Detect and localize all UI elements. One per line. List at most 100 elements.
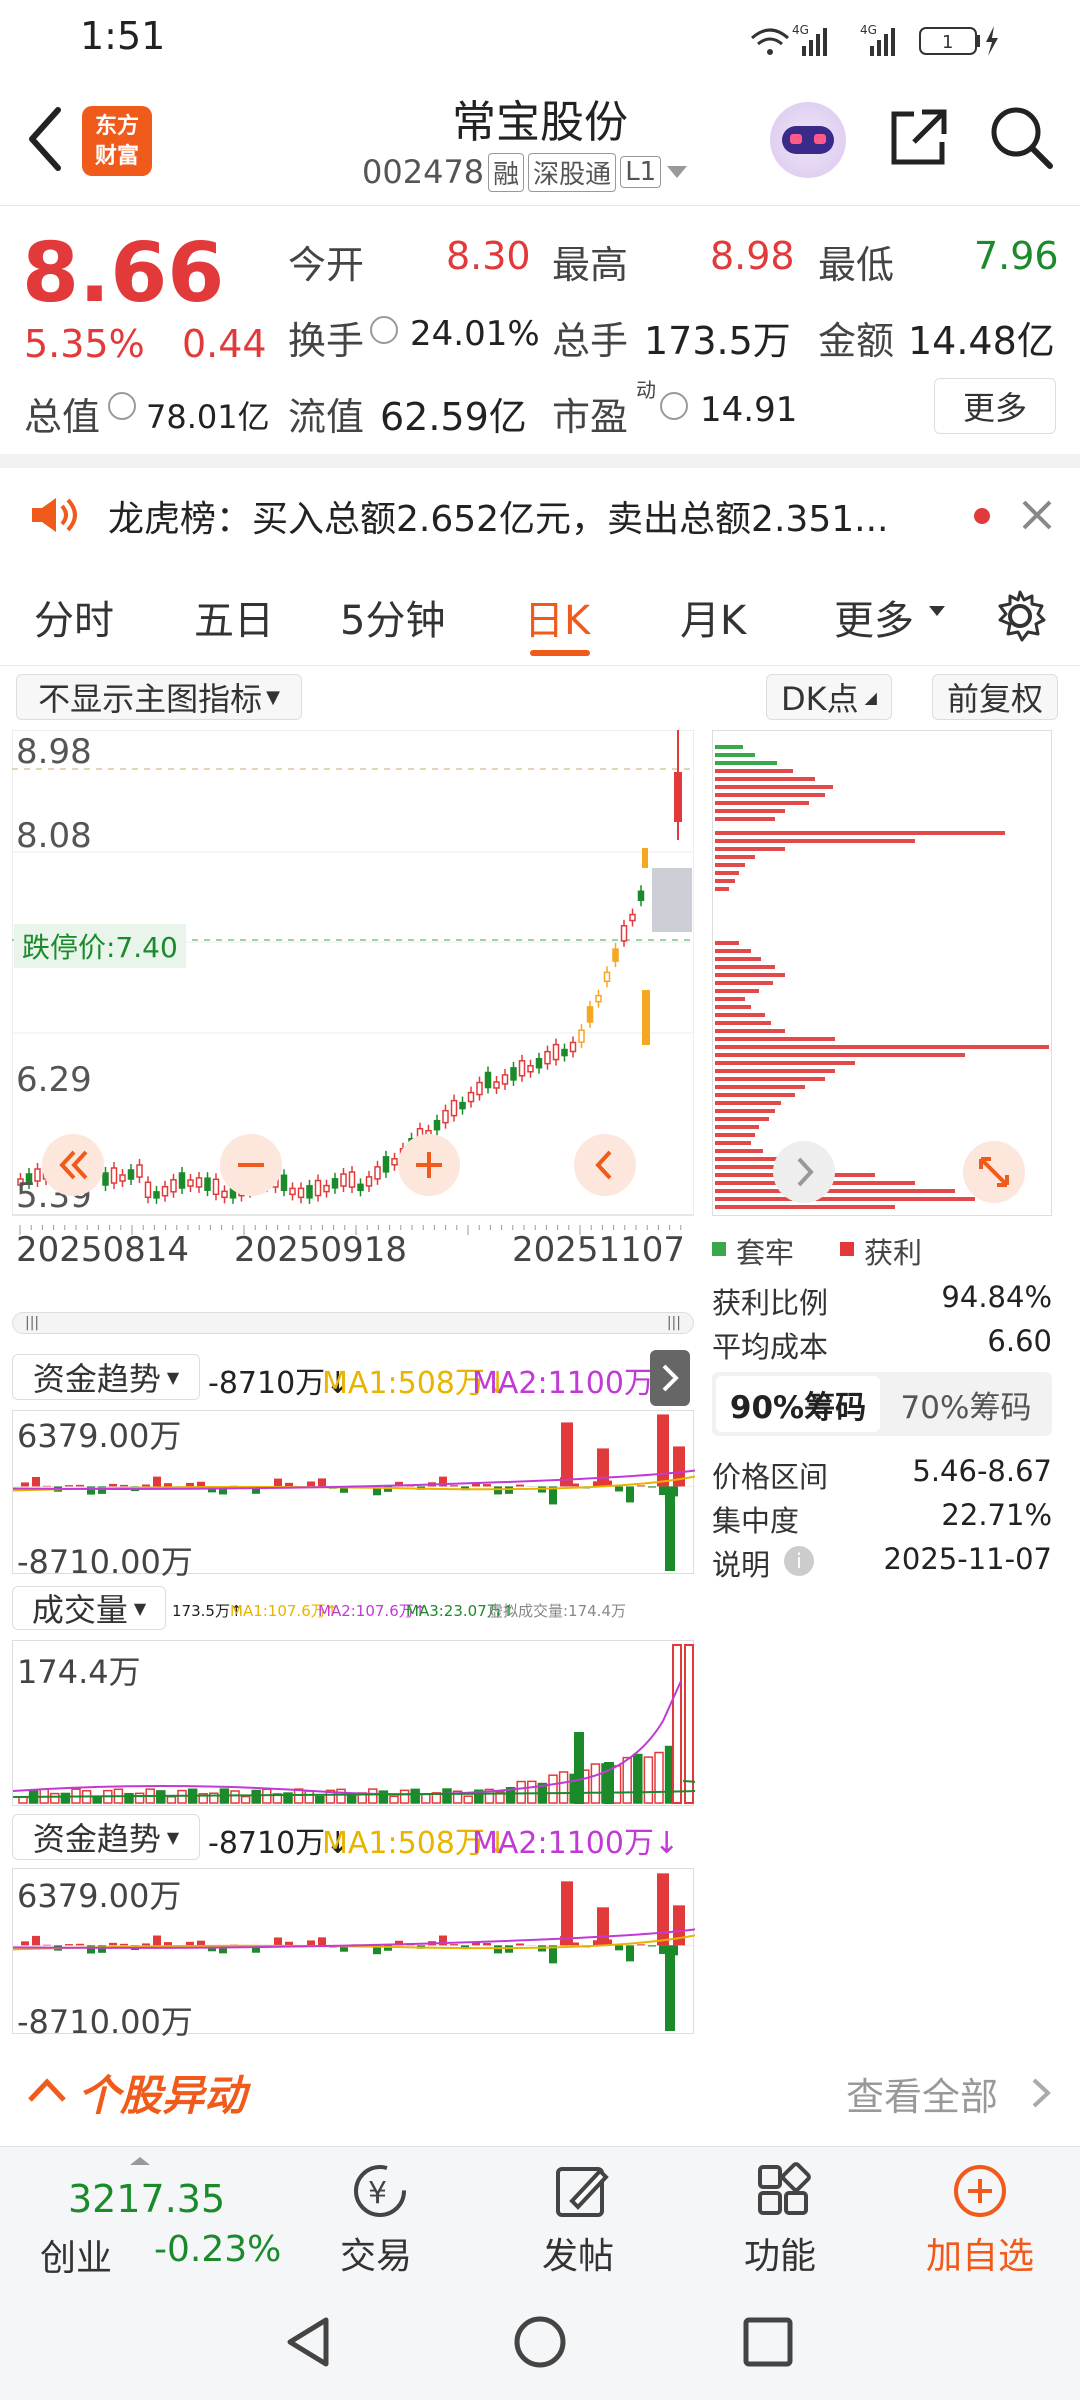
tab-more[interactable]: 更多 (834, 588, 914, 646)
adjust-select[interactable]: 前复权 (932, 674, 1058, 720)
volume-bar (304, 1790, 314, 1804)
fund-bar (109, 1483, 117, 1487)
candle (212, 1178, 220, 1196)
view-all-link[interactable]: 查看全部 (846, 2066, 998, 2121)
tab-monthly-k[interactable]: 月K (680, 588, 746, 646)
dragon-tiger-banner[interactable]: 龙虎榜：买入总额2.652亿元，卖出总额2.351... (0, 468, 1080, 560)
back-icon[interactable] (22, 104, 66, 174)
chip-bar (715, 1101, 781, 1105)
pe-value: 14.91 (700, 390, 798, 430)
candle (595, 994, 602, 1003)
open-value: 8.30 (446, 234, 531, 278)
chevron-down-icon (929, 606, 945, 616)
high-value: 8.98 (710, 234, 795, 278)
slider-handle-left[interactable]: ||| (25, 1315, 39, 1331)
connect-tag: 深股通 (528, 152, 617, 192)
zoom-in-button[interactable] (398, 1134, 460, 1196)
tab-chip-90[interactable]: 90%筹码 (716, 1376, 880, 1432)
gear-icon[interactable] (992, 588, 1048, 644)
chevron-right-icon[interactable] (1030, 2076, 1054, 2110)
tab-five-day[interactable]: 五日 (194, 588, 274, 646)
turnover-value: 24.01% (410, 314, 540, 354)
fund-ma2: MA2:1100万↓ (472, 1366, 680, 1401)
zoom-out-button[interactable] (220, 1134, 282, 1196)
signal-icon: 4G 4G 1 (751, 23, 998, 56)
fund-bar (43, 1944, 51, 1946)
dk-point-select[interactable]: DK点 ◢ (766, 674, 892, 720)
share-icon[interactable] (886, 106, 950, 170)
volume-chart[interactable]: 174.4万 (12, 1640, 739, 1806)
chip-bar (715, 863, 745, 867)
fund-trend-chart-2[interactable]: 6379.00万 -8710.00万 (12, 1868, 696, 2041)
fund-bar (657, 1873, 669, 1946)
fund-bar (197, 1481, 205, 1487)
candle (195, 1177, 203, 1188)
assistant-avatar[interactable] (770, 102, 846, 178)
fund-trend-chart[interactable]: 6379.00万 -8710.00万 (12, 1410, 696, 1581)
nav-trade[interactable]: ¥ 交易 (328, 2155, 428, 2277)
tab-daily-k[interactable]: 日K (524, 588, 590, 646)
fund-bar (274, 1937, 282, 1946)
fund-trend-select[interactable]: 资金趋势 ▼ (12, 1354, 200, 1400)
chip-distribution-chart[interactable] (712, 730, 1052, 1216)
candle (442, 1109, 449, 1124)
legend-profit: 获利 (864, 1236, 923, 1270)
chevron-up-icon[interactable] (26, 2074, 68, 2104)
more-quote-button[interactable]: 更多 (934, 378, 1056, 434)
candle (340, 1173, 347, 1187)
tab-5min[interactable]: 5分钟 (340, 588, 445, 646)
close-icon[interactable] (1020, 498, 1054, 532)
chip-next-button[interactable] (773, 1141, 835, 1203)
avg-cost-value: 6.60 (987, 1324, 1052, 1358)
fund-bar (197, 1940, 205, 1946)
plus-icon (416, 1152, 442, 1178)
info-icon[interactable] (370, 316, 398, 344)
nav-post[interactable]: 发帖 (530, 2155, 630, 2277)
tab-intraday[interactable]: 分时 (34, 588, 114, 646)
candle (357, 1183, 364, 1192)
nav-functions[interactable]: 功能 (732, 2155, 832, 2277)
float-label: 流值 (288, 395, 365, 439)
add-watchlist-button[interactable]: 加自选 (920, 2155, 1040, 2277)
index-ticker[interactable]: 3217.35 创业 -0.23% (22, 2155, 292, 2279)
chip-bar (715, 1085, 805, 1089)
fund-bar (32, 1935, 40, 1946)
profit-ratio-value: 94.84% (941, 1280, 1052, 1314)
range-slider[interactable]: ||| ||| (12, 1312, 694, 1334)
candle (280, 1174, 288, 1192)
candle (204, 1177, 211, 1191)
low-label: 最低 (818, 243, 895, 287)
fund-bottom-label: -8710.00万 (17, 2003, 193, 2041)
info-icon[interactable] (108, 392, 136, 420)
slider-handle-right[interactable]: ||| (667, 1315, 681, 1331)
fund-bar (153, 1476, 161, 1487)
candle (433, 1119, 441, 1131)
kline-chart[interactable]: 8.98 8.08 7.19 6.29 5.39 跌停价:7.40 202508… (11, 729, 695, 1300)
info-icon[interactable]: i (784, 1546, 814, 1576)
indicator-select[interactable]: 不显示主图指标 ▼ (16, 674, 302, 720)
dropdown-icon[interactable] (665, 162, 689, 182)
candle (637, 890, 645, 902)
scroll-left-button[interactable] (574, 1134, 636, 1196)
info-icon[interactable] (660, 392, 688, 420)
recents-nav-icon[interactable] (742, 2316, 794, 2368)
volume-select[interactable]: 成交量 ▼ (12, 1586, 166, 1630)
volume-label: 总手 (552, 319, 629, 363)
fund-top-label: 6379.00万 (17, 1877, 182, 1915)
volume-bar (251, 1789, 261, 1804)
chip-bar (715, 1053, 965, 1057)
back-nav-icon[interactable] (282, 2314, 334, 2370)
profit-ratio-label: 获利比例 (712, 1286, 829, 1320)
first-page-button[interactable] (42, 1134, 104, 1196)
search-icon[interactable] (988, 104, 1054, 170)
expand-button[interactable] (963, 1141, 1025, 1203)
price-band (652, 868, 692, 932)
fund-trend-select[interactable]: 资金趋势 ▼ (12, 1814, 200, 1860)
volume-bar (672, 1644, 682, 1804)
expand-panel-button[interactable] (650, 1350, 690, 1406)
home-nav-icon[interactable] (512, 2314, 568, 2370)
chip-bar (715, 949, 751, 953)
fund-trend-header: 资金趋势 ▼ -8710万↓ MA1:508万↓ MA2:1100万↓ (12, 1354, 694, 1401)
tab-chip-70[interactable]: 70%筹码 (884, 1376, 1048, 1432)
chip-bar (715, 973, 785, 977)
